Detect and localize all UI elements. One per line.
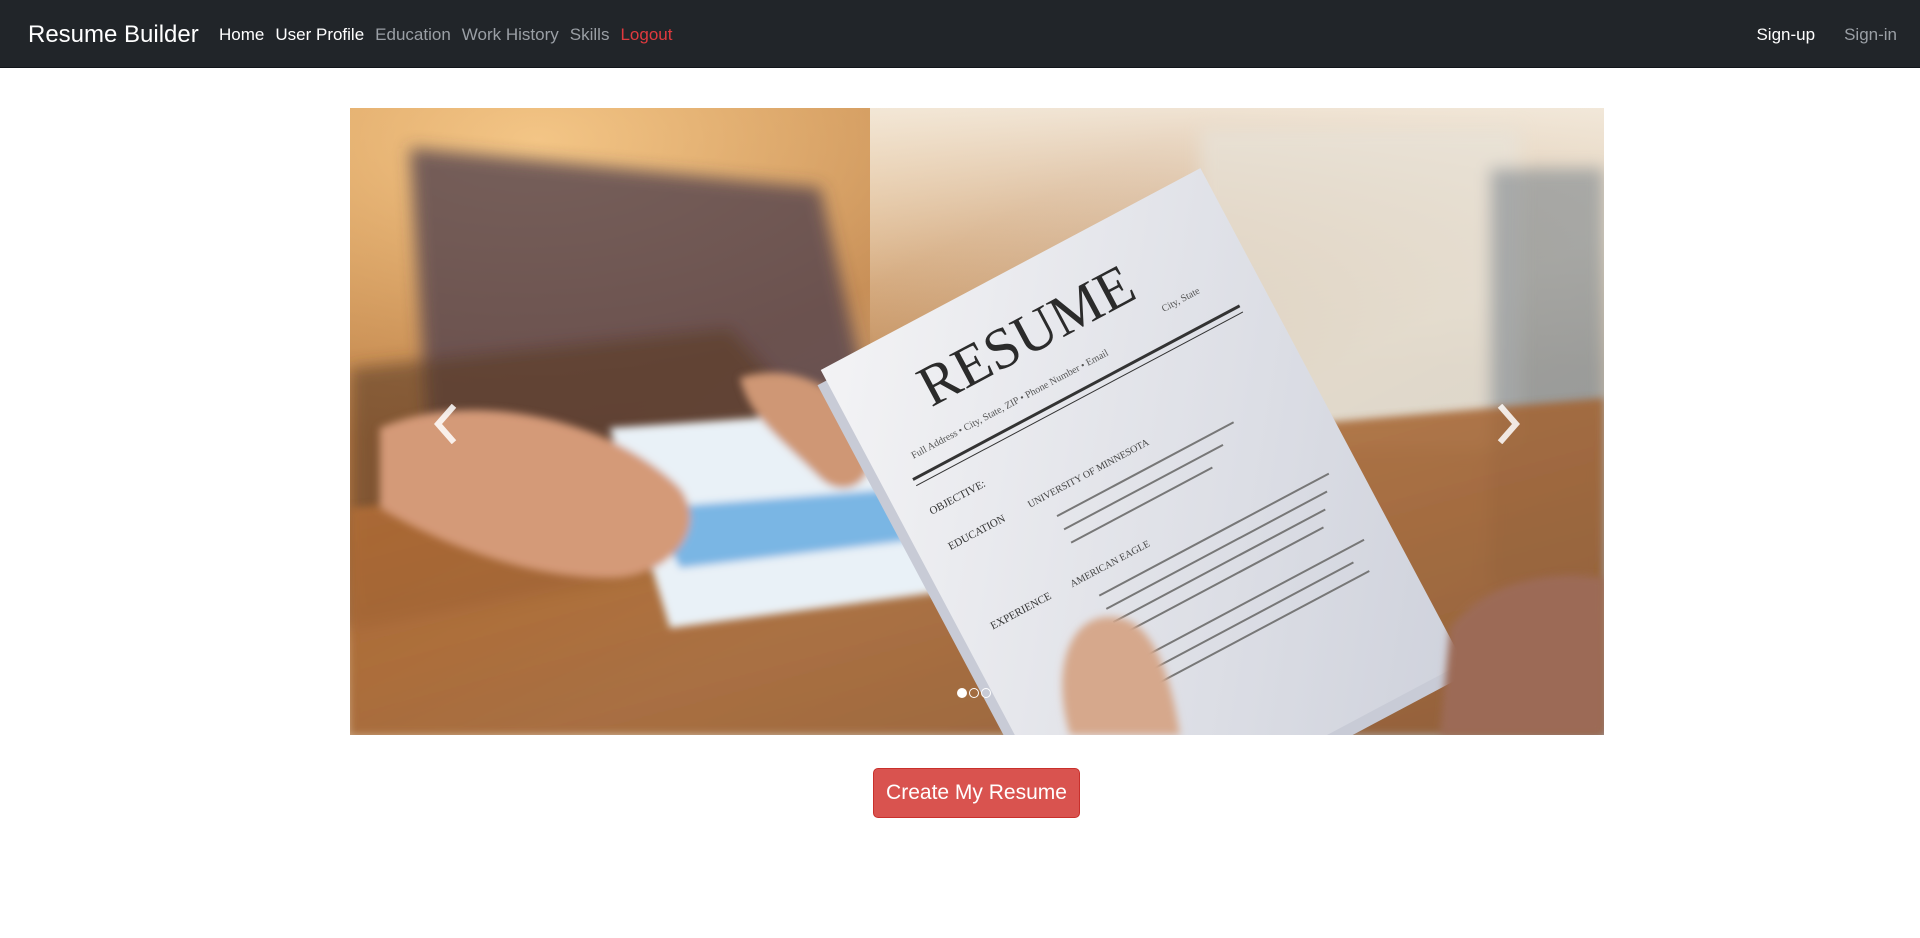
create-resume-button[interactable]: Create My Resume <box>873 768 1080 818</box>
carousel-indicator-3[interactable] <box>981 688 991 698</box>
brand-link[interactable]: Resume Builder <box>28 20 199 50</box>
nav-user-profile[interactable]: User Profile <box>275 24 364 46</box>
carousel-slide-image: RESUME Full Address • City, State, ZIP •… <box>350 108 1604 735</box>
carousel-prev-control[interactable] <box>350 108 510 735</box>
carousel-indicator-1[interactable] <box>957 688 967 698</box>
main-nav: Home User Profile Education Work History… <box>219 24 672 46</box>
carousel-indicator-2[interactable] <box>969 688 979 698</box>
auth-nav: Sign-up Sign-in <box>1756 24 1897 46</box>
nav-sign-in[interactable]: Sign-in <box>1844 24 1897 46</box>
carousel-next-control[interactable] <box>1444 108 1604 735</box>
hero-carousel: RESUME Full Address • City, State, ZIP •… <box>350 108 1604 735</box>
nav-education[interactable]: Education <box>375 24 451 46</box>
chevron-right-icon <box>1497 404 1520 444</box>
top-navbar: Resume Builder Home User Profile Educati… <box>0 0 1920 68</box>
chevron-left-icon <box>434 404 457 444</box>
nav-logout[interactable]: Logout <box>620 24 672 46</box>
nav-skills[interactable]: Skills <box>570 24 610 46</box>
nav-work-history[interactable]: Work History <box>462 24 559 46</box>
nav-home[interactable]: Home <box>219 24 264 46</box>
carousel-indicators <box>957 688 991 698</box>
nav-sign-up[interactable]: Sign-up <box>1756 24 1815 46</box>
